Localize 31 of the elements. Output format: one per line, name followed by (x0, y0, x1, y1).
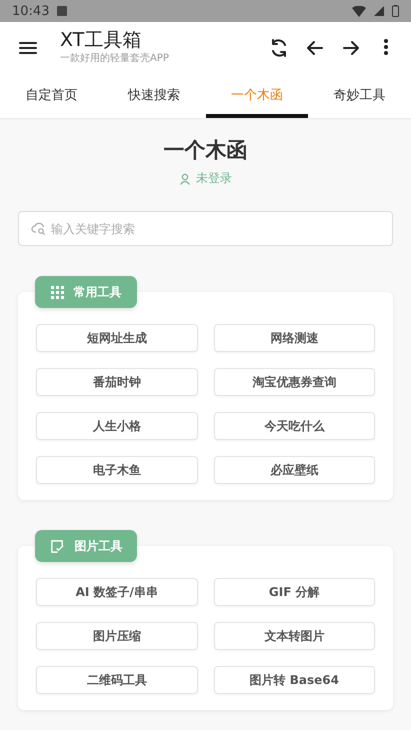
tool-button[interactable]: 文本转图片 (214, 622, 375, 650)
section-title: 图片工具 (74, 538, 122, 554)
search-icon (31, 221, 47, 235)
tool-button[interactable]: 淘宝优惠券查询 (214, 368, 375, 396)
status-time: 10:43 (12, 4, 50, 18)
tool-button[interactable]: 图片转 Base64 (214, 666, 375, 694)
tool-button[interactable]: 必应壁纸 (214, 456, 375, 484)
signal-icon (374, 6, 384, 16)
tool-button[interactable]: AI 数签子/串串 (36, 578, 198, 606)
edit-icon (50, 538, 64, 554)
user-icon (179, 172, 191, 184)
app-subtitle: 一款好用的轻量套壳APP (60, 52, 170, 65)
tool-button[interactable]: 短网址生成 (36, 324, 198, 352)
battery-icon (392, 5, 399, 17)
tool-button[interactable]: 图片压缩 (36, 622, 198, 650)
tool-button[interactable]: 电子木鱼 (36, 456, 198, 484)
page-title: 一个木函 (164, 137, 248, 164)
tab[interactable]: 自定首页 (0, 72, 103, 118)
tab[interactable]: 快速搜索 (102, 72, 206, 118)
tool-button[interactable]: 网络测速 (214, 324, 375, 352)
tool-button[interactable]: GIF 分解 (214, 578, 375, 606)
wifi-icon (352, 6, 366, 16)
tool-button[interactable]: 今天吃什么 (214, 412, 375, 440)
search-field[interactable]: 输入关键字搜索 (18, 211, 393, 246)
tool-button[interactable]: 人生小格 (36, 412, 198, 440)
app-title: XT工具箱 (60, 29, 142, 51)
grid-icon (50, 286, 64, 298)
tab[interactable]: 奇妙工具 (308, 72, 411, 118)
section-title: 常用工具 (74, 284, 122, 300)
tool-button[interactable]: 二维码工具 (36, 666, 198, 694)
tool-button[interactable]: 番茄时钟 (36, 368, 198, 396)
